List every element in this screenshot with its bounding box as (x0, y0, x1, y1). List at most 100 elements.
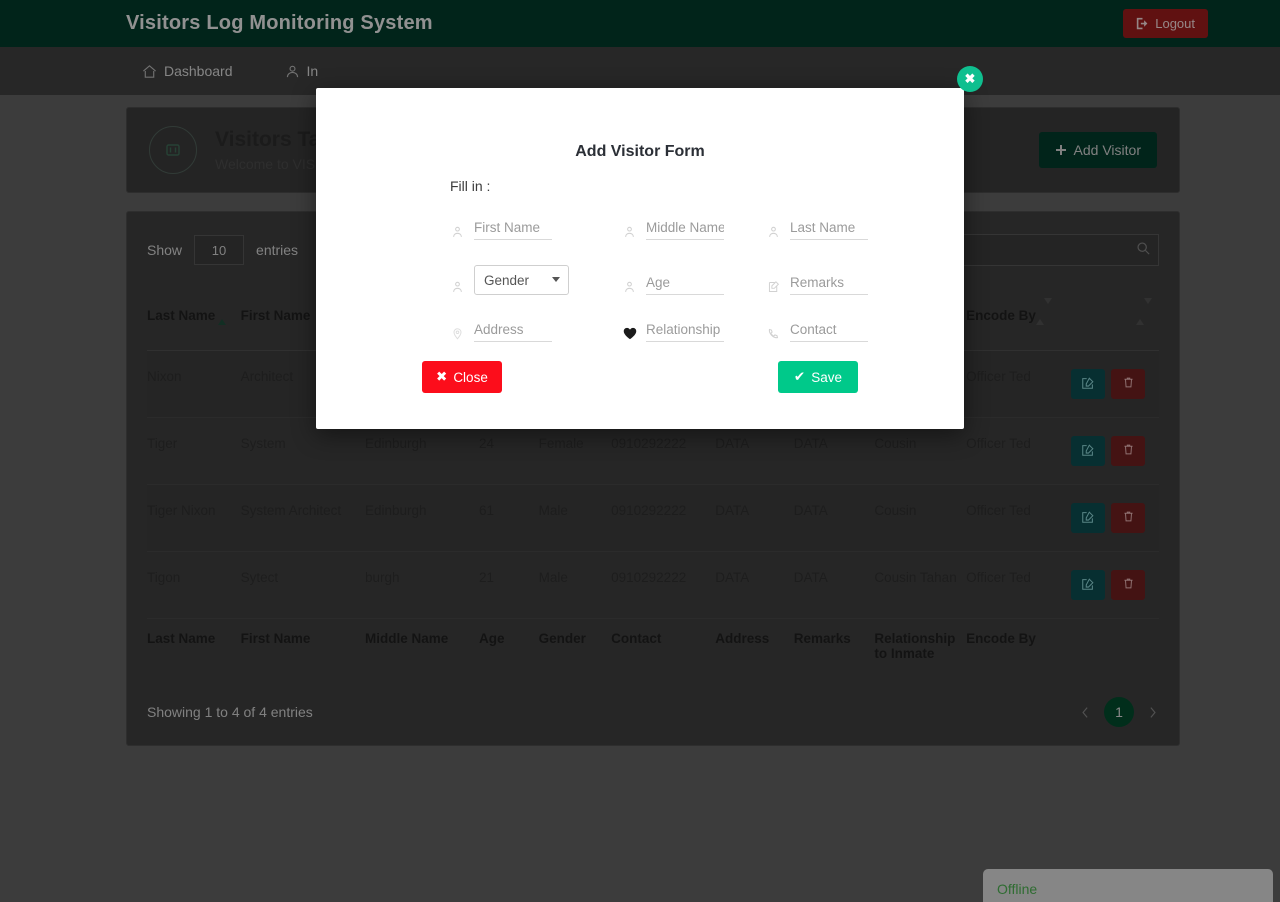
person-icon (766, 223, 781, 240)
table-footer: Showing 1 to 4 of 4 entries 1 (147, 673, 1159, 727)
table-foot: Last Name First Name Middle Name Age Gen… (147, 618, 1159, 673)
sort-asc-indicator (217, 304, 227, 325)
cell-last-name: Nixon (147, 350, 241, 418)
gender-select[interactable] (474, 265, 569, 295)
page-root: Visitors Log Monitoring System Logout Da… (0, 0, 1280, 902)
delete-row-button[interactable] (1111, 503, 1145, 533)
edit-pencil-square-icon (1081, 577, 1095, 594)
table-row: Tigon Sytect burgh 21 Male 0910292222 DATA DATA… (147, 551, 1159, 619)
close-x-icon[interactable]: ✖ (957, 66, 983, 92)
edit-pencil-square-icon (1081, 376, 1095, 393)
cell-age: 61 (478, 484, 539, 552)
age-input[interactable] (646, 273, 724, 295)
foot-col-relationship: Relationship to Inmate (874, 618, 967, 673)
nav-item-inmate[interactable]: In (285, 63, 319, 79)
person-icon (622, 278, 637, 295)
cell-remarks: DATA (793, 551, 875, 619)
dashboard-icon (142, 64, 157, 79)
cell-address: DATA (715, 484, 794, 552)
page-length-input[interactable] (194, 235, 245, 265)
edit-row-button[interactable] (1071, 570, 1105, 600)
modal-close-button[interactable]: ✖ Close (422, 361, 502, 393)
contact-input[interactable] (790, 320, 868, 342)
foot-col-first-name: First Name (240, 618, 365, 673)
cell-last-name: Tiger Nixon (147, 484, 241, 552)
delete-row-button[interactable] (1111, 436, 1145, 466)
cell-actions (1059, 551, 1159, 619)
location-pin-icon (450, 325, 465, 342)
foot-col-contact: Contact (611, 618, 716, 673)
edit-row-button[interactable] (1071, 436, 1105, 466)
cell-contact: 0910292222 (611, 551, 716, 619)
nav-item-dashboard-label: Dashboard (164, 63, 233, 79)
field-middle-name (622, 218, 766, 240)
col-header-actions (1059, 296, 1159, 351)
chevron-left-icon[interactable] (1079, 706, 1092, 719)
modal-save-label: Save (811, 369, 842, 385)
col-header-encode-by[interactable]: Encode By (966, 296, 1059, 351)
last-name-input[interactable] (790, 218, 868, 240)
page-number-1[interactable]: 1 (1104, 697, 1134, 727)
col-header-first-name-label: First Name (240, 308, 311, 323)
edit-row-button[interactable] (1071, 503, 1105, 533)
table-footer-row: Last Name First Name Middle Name Age Gen… (147, 618, 1159, 673)
cell-remarks: DATA (793, 484, 875, 552)
cell-encode-by: Officer Ted (966, 417, 1059, 485)
sort-both-indicator (1036, 298, 1052, 325)
cell-relationship: Cousin Tahan (874, 551, 967, 619)
cell-last-name: Tigon (147, 551, 241, 619)
add-visitor-button[interactable]: Add Visitor (1038, 132, 1157, 168)
showing-entries-text: Showing 1 to 4 of 4 entries (147, 704, 313, 720)
foot-col-middle-name: Middle Name (364, 618, 479, 673)
edit-pencil-square-icon (1081, 510, 1095, 527)
modal-action-buttons: ✖ Close ✔ Save (316, 361, 964, 393)
logout-button[interactable]: Logout (1123, 9, 1208, 38)
cell-first-name: Sytect (240, 551, 365, 619)
person-icon (622, 223, 637, 240)
nav-item-dashboard[interactable]: Dashboard (142, 63, 233, 79)
foot-col-encode-by: Encode By (966, 618, 1059, 673)
show-label: Show (147, 242, 183, 258)
first-name-input[interactable] (474, 218, 552, 240)
cell-actions (1059, 484, 1159, 552)
cell-contact: 0910292222 (611, 484, 716, 552)
entries-label: entries (256, 242, 299, 258)
edit-note-icon (766, 278, 781, 295)
gender-select-wrapper (474, 265, 569, 295)
offline-status-bar[interactable]: Offline (983, 869, 1273, 902)
modal-save-button[interactable]: ✔ Save (777, 361, 858, 393)
delete-row-button[interactable] (1111, 570, 1145, 600)
foot-col-address: Address (715, 618, 794, 673)
cell-middle-name: burgh (364, 551, 479, 619)
cell-first-name: System Architect (240, 484, 365, 552)
table-row: Tiger Nixon System Architect Edinburgh 61 Ma… (147, 484, 1159, 552)
relationship-input[interactable] (646, 320, 724, 342)
modal-close-label: Close (453, 369, 488, 385)
cell-encode-by: Officer Ted (966, 350, 1059, 418)
chevron-right-icon[interactable] (1146, 706, 1159, 719)
edit-pencil-square-icon (1081, 443, 1095, 460)
add-visitor-form (316, 194, 964, 342)
x-icon: ✖ (436, 369, 448, 384)
delete-row-button[interactable] (1111, 369, 1145, 399)
col-header-last-name[interactable]: Last Name (147, 296, 241, 351)
cell-last-name: Tiger (147, 417, 241, 485)
check-icon: ✔ (793, 369, 806, 384)
address-input[interactable] (474, 320, 552, 342)
remarks-input[interactable] (790, 273, 868, 295)
cell-middle-name: Edinburgh (364, 484, 479, 552)
pagination: 1 (1079, 697, 1159, 727)
plus-icon (1055, 144, 1067, 156)
trash-icon (1122, 577, 1135, 593)
foot-col-age: Age (478, 618, 539, 673)
field-last-name (766, 218, 964, 240)
heart-icon (622, 325, 637, 342)
sign-out-icon (1136, 17, 1149, 30)
person-icon (450, 223, 465, 240)
edit-row-button[interactable] (1071, 369, 1105, 399)
foot-col-last-name: Last Name (147, 618, 241, 673)
cell-address: DATA (715, 551, 794, 619)
nav-item-inmate-label: In (306, 63, 319, 79)
foot-col-remarks: Remarks (793, 618, 875, 673)
middle-name-input[interactable] (646, 218, 724, 240)
